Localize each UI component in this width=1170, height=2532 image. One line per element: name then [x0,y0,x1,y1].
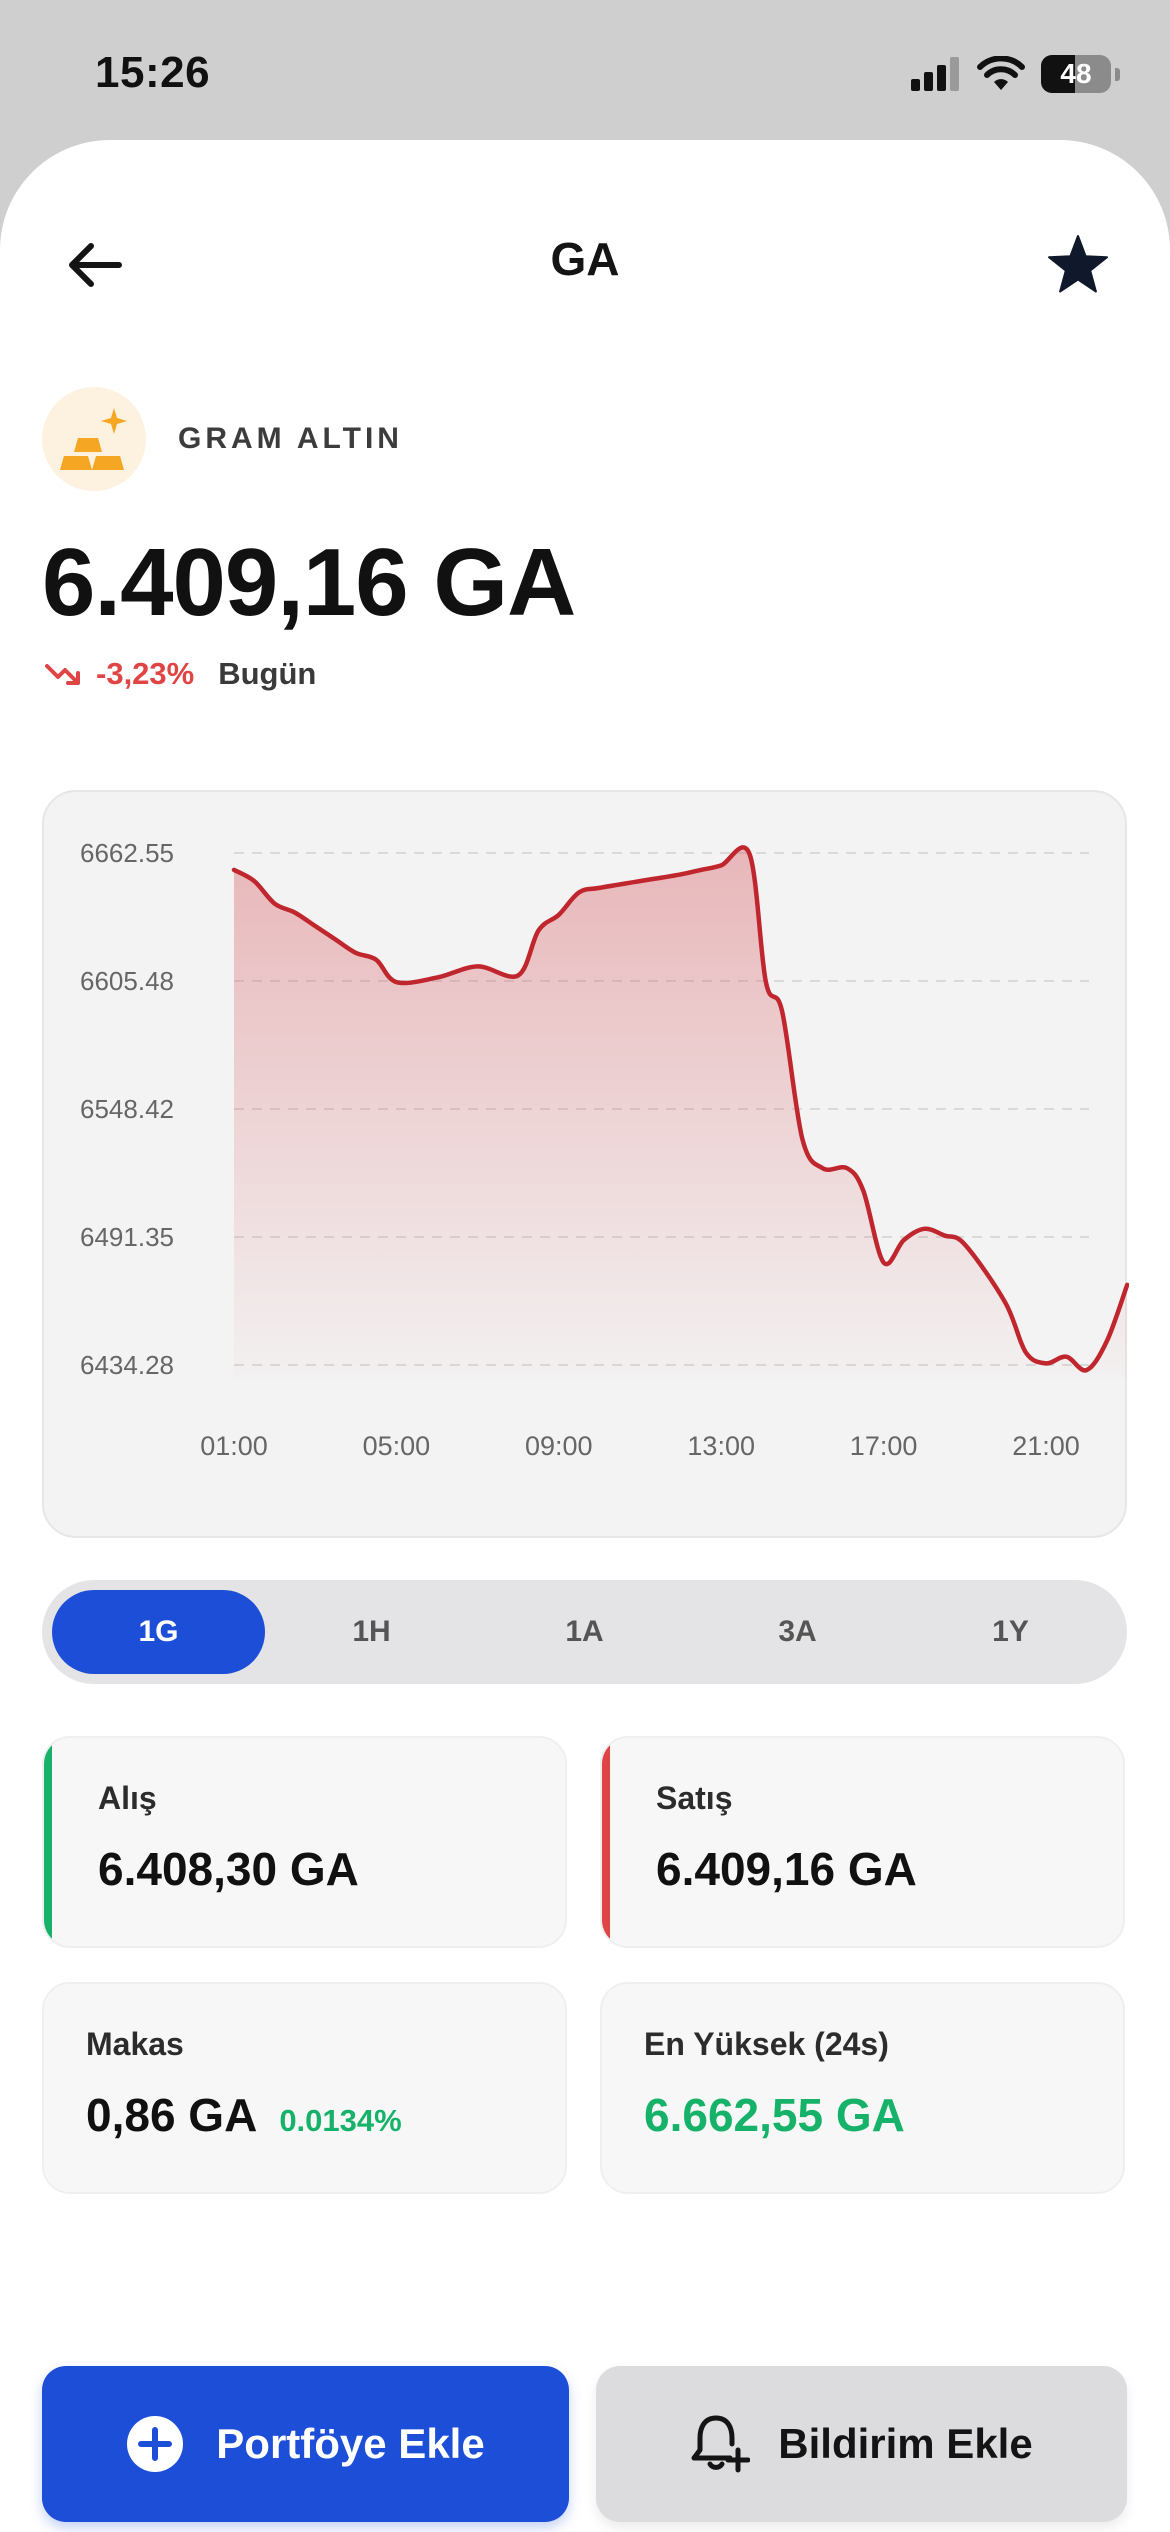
spread-percent: 0.0134% [279,2103,402,2138]
x-tick-label: 05:00 [363,1431,431,1461]
y-tick-label: 6662.55 [80,838,174,868]
high-label: En Yüksek (24s) [644,2026,889,2062]
ask-card: Satış 6.409,16 GA [600,1736,1125,1948]
y-tick-label: 6605.48 [80,966,174,996]
spread-value-row: 0,86 GA 0.0134% [86,2088,402,2142]
change-row: -3,23% Bugün [44,656,316,692]
spread-value: 0,86 GA [86,2089,258,2141]
bid-value: 6.408,30 GA [98,1843,359,1895]
status-time: 15:26 [95,48,211,97]
x-tick-label: 17:00 [850,1431,918,1461]
high-value: 6.662,55 GA [644,2089,905,2141]
wifi-icon [977,56,1025,90]
range-tab-1h[interactable]: 1H [265,1590,478,1674]
y-tick-label: 6434.28 [80,1350,174,1380]
trend-down-icon [45,664,80,685]
battery-tip [1115,67,1120,81]
current-price: 6.409,16 GA [42,529,576,636]
area-fill [234,847,1128,1379]
status-bar: 15:26 48 [0,0,1170,150]
add-to-portfolio-label: Portföye Ekle [216,2420,485,2467]
bid-accent [44,1738,52,1946]
ask-label: Satış [656,1780,733,1816]
ask-value: 6.409,16 GA [656,1843,917,1895]
detail-sheet: GA GRAM ALTIN 6.409,16 GA -3,23% Bugün 6… [0,140,1170,2532]
spread-card: Makas 0,86 GA 0.0134% [42,1982,567,2194]
range-tab-1g[interactable]: 1G [52,1590,265,1674]
range-selector: 1G 1H 1A 3A 1Y [42,1580,1127,1684]
signal-icon [911,57,959,91]
y-tick-label: 6491.35 [80,1222,174,1252]
bell-plus-icon [691,2415,751,2473]
range-tab-3a[interactable]: 3A [691,1590,904,1674]
x-tick-label: 21:00 [1012,1431,1080,1461]
spread-label: Makas [86,2026,184,2062]
bid-card: Alış 6.408,30 GA [42,1736,567,1948]
x-tick-label: 13:00 [687,1431,755,1461]
range-tab-1a[interactable]: 1A [478,1590,691,1674]
star-icon [1048,235,1108,293]
plus-circle-icon [127,2416,184,2472]
gold-bars-icon [42,387,146,491]
battery-level: 48 [1060,58,1092,89]
page-title: GA [550,233,620,285]
status-icons: 48 [911,52,1120,96]
range-tab-1y[interactable]: 1Y [904,1590,1117,1674]
add-alert-label: Bildirim Ekle [778,2420,1033,2467]
change-period: Bugün [218,656,317,691]
bid-label: Alış [98,1780,157,1816]
add-alert-button[interactable]: Bildirim Ekle [596,2366,1127,2522]
change-percent: -3,23% [96,656,195,691]
price-chart-svg: 6662.55 6605.48 6548.42 6491.35 6434.28 01:00… [80,838,1129,1461]
x-tick-label: 01:00 [200,1431,268,1461]
price-chart: 6662.55 6605.48 6548.42 6491.35 6434.28 01:00… [42,790,1129,1538]
nav-bar: GA [0,140,1170,380]
asset-name: GRAM ALTIN [178,422,403,455]
add-to-portfolio-button[interactable]: Portföye Ekle [42,2366,569,2522]
favorite-button[interactable] [1038,224,1118,304]
high-card: En Yüksek (24s) 6.662,55 GA [600,1982,1125,2194]
ask-accent [602,1738,610,1946]
x-tick-label: 09:00 [525,1431,593,1461]
y-tick-label: 6548.42 [80,1094,174,1124]
battery-icon: 48 [1041,55,1111,93]
